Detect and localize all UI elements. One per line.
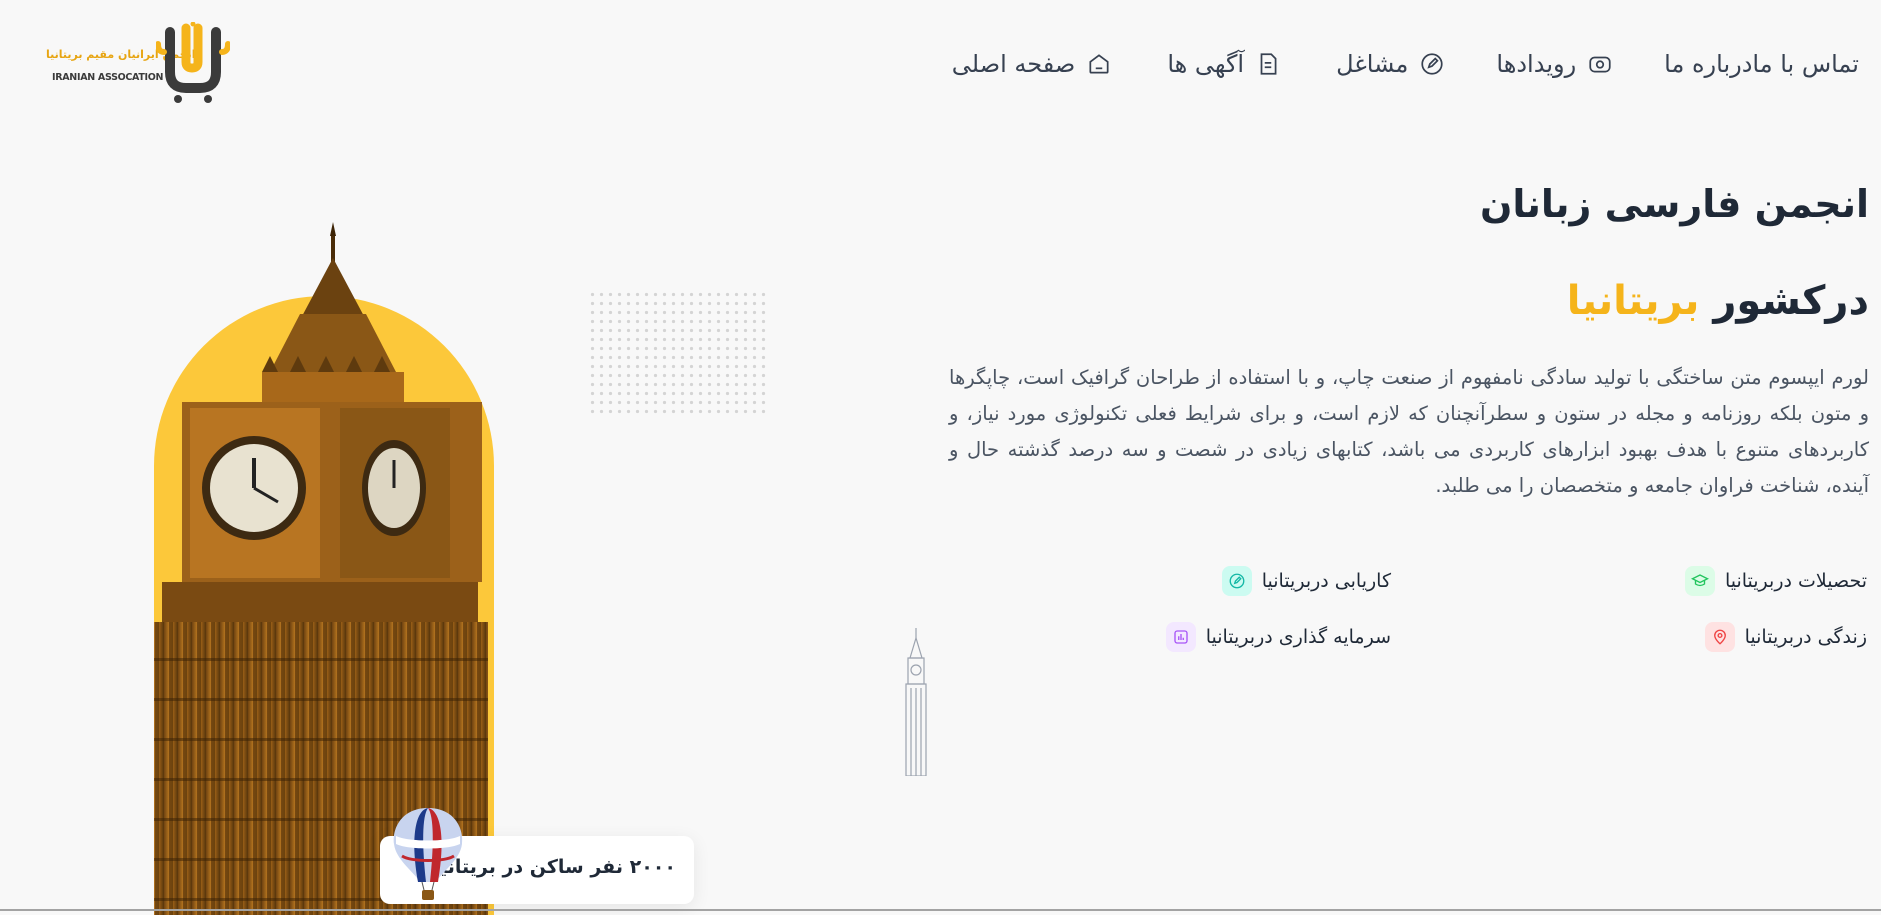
bottom-divider: [0, 909, 1881, 911]
nav-events-label: رویدادها: [1496, 50, 1577, 78]
location-pin-icon: [1704, 622, 1735, 652]
edit-icon: [1418, 50, 1446, 78]
site-logo[interactable]: انجمن ایرانیان مقیم بریتانیا IRANIAN ASS…: [44, 22, 230, 104]
logo-english-text: IRANIAN ASSOCATION: [52, 72, 164, 83]
feature-education-label: تحصیلات دربریتانیا: [1724, 570, 1867, 592]
camera-icon: [1586, 50, 1614, 78]
home-icon: [1085, 50, 1113, 78]
nav-jobs-label: مشاغل: [1336, 50, 1409, 78]
feature-education[interactable]: تحصیلات دربریتانیا: [1684, 566, 1867, 596]
nav-about[interactable]: درباره ما: [1664, 50, 1752, 78]
hero-description: لورم ایپسوم متن ساختگی با تولید سادگی نا…: [949, 366, 1869, 497]
nav-jobs[interactable]: مشاغل: [1336, 50, 1446, 78]
nav-events[interactable]: رویدادها: [1496, 50, 1614, 78]
nav-home-label: صفحه اصلی: [951, 50, 1076, 78]
edit-icon: [1221, 566, 1252, 596]
nav-ads-label: آگهی ها: [1167, 50, 1245, 78]
graduation-icon: [1684, 566, 1715, 596]
chart-icon: [1165, 622, 1196, 652]
main-nav: صفحه اصلی آگهی ها مشاغل رویدادها درباره …: [890, 40, 1859, 88]
mini-tower-icon: [905, 628, 927, 776]
nav-home[interactable]: صفحه اصلی: [952, 50, 1114, 78]
logo-mark-icon: [156, 22, 230, 103]
feature-investment-label: سرمایه گذاری دربریتانیا: [1205, 626, 1391, 648]
hero-subtitle: درکشور بریتانیا: [1567, 278, 1869, 324]
page: انجمن ایرانیان مقیم بریتانیا IRANIAN ASS…: [0, 0, 1881, 915]
feature-living[interactable]: زندگی دربریتانیا: [1704, 622, 1867, 652]
hero-subtitle-accent: بریتانیا: [1566, 278, 1700, 324]
hero-subtitle-prefix: درکشور: [1699, 278, 1869, 324]
dots-pattern: [588, 290, 766, 418]
document-icon: [1254, 50, 1282, 78]
residents-badge-text: ۲۰۰۰ نفر ساکن در بریتانیا: [432, 856, 676, 878]
feature-jobs-label: کاریابی دربریتانیا: [1261, 570, 1391, 592]
feature-jobs[interactable]: کاریابی دربریتانیا: [1221, 566, 1391, 596]
feature-living-label: زندگی دربریتانیا: [1744, 626, 1867, 648]
feature-investment[interactable]: سرمایه گذاری دربریتانیا: [1165, 622, 1391, 652]
nav-about-label: درباره ما: [1664, 50, 1753, 78]
hot-air-balloon-icon: [393, 808, 463, 900]
nav-contact[interactable]: تماس با ما: [1752, 50, 1859, 78]
nav-ads[interactable]: آگهی ها: [1167, 50, 1282, 78]
nav-contact-label: تماس با ما: [1752, 50, 1859, 78]
hero-title: انجمن فارسی زبانان: [1479, 182, 1869, 226]
